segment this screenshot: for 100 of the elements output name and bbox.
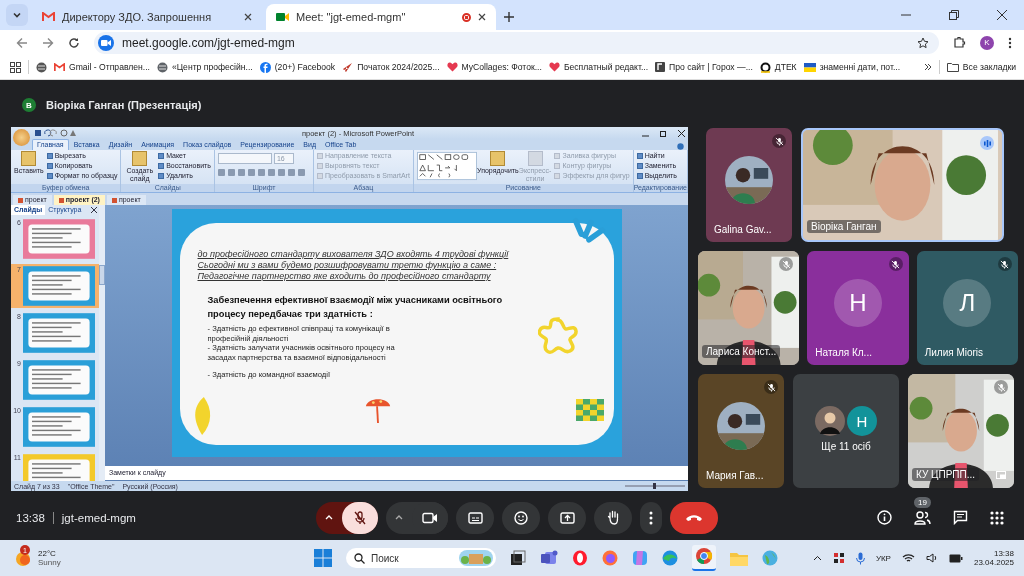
wifi-icon[interactable]	[901, 553, 915, 563]
folder-icon	[946, 62, 959, 72]
mail-icon	[42, 12, 55, 22]
participant-name: Мария Гав...	[706, 470, 764, 481]
meeting-time: 13:38	[16, 511, 45, 524]
address-field[interactable]: meet.google.com/jgt-emed-mgm	[94, 31, 939, 54]
info-icon[interactable]	[877, 510, 892, 525]
apps-icon[interactable]	[10, 61, 21, 73]
bookmark-link[interactable]: Про сайт | Горох —...	[655, 62, 753, 72]
font-name-field[interactable]	[217, 153, 272, 164]
flag-icon	[803, 62, 816, 72]
caret-up-icon[interactable]	[812, 555, 822, 561]
profile-avatar[interactable]: K	[980, 35, 994, 50]
forward-icon[interactable]	[42, 36, 54, 49]
participant-count-badge: 19	[914, 496, 931, 508]
end-call-button[interactable]	[670, 501, 718, 534]
search-field[interactable]: Поиск	[346, 548, 496, 568]
letter-f-icon	[259, 61, 271, 73]
bookmark-link[interactable]: MyCollages: Фоток...	[446, 62, 542, 72]
captions-button[interactable]	[456, 501, 494, 534]
slide-thumbnail[interactable]	[23, 407, 95, 447]
puzzle-icon[interactable]	[953, 36, 966, 49]
back-icon[interactable]	[16, 36, 28, 49]
slide-thumbnail[interactable]	[23, 360, 95, 400]
participant-tile[interactable]: Galina Gav...	[706, 128, 792, 242]
new-tab-icon[interactable]	[504, 12, 514, 22]
reload-icon[interactable]	[68, 36, 80, 49]
slide-heading: Забезпечення ефективної взаємодії між учасниками освітнього процесу передбачає три здатність :	[207, 294, 504, 321]
edge-icon[interactable]	[662, 550, 678, 566]
emoji-button[interactable]	[502, 501, 540, 534]
star-icon[interactable]	[917, 36, 929, 49]
participant-avatar: Н	[847, 406, 877, 436]
participant-tile[interactable]: Н Наталя Кл...	[807, 251, 909, 365]
bookmark-link[interactable]: Початок 2024/2025...	[342, 61, 440, 73]
participant-name: Лилия Mioris	[924, 347, 984, 358]
tab-search-button[interactable]	[6, 4, 28, 26]
present-button[interactable]	[548, 501, 586, 534]
shapes-gallery-drawing[interactable]	[416, 151, 477, 181]
present-screen-icon	[559, 511, 575, 524]
opera-icon[interactable]	[572, 550, 588, 566]
windows-start-icon[interactable]	[314, 549, 332, 567]
more-options-button[interactable]	[640, 501, 662, 534]
people-icon[interactable]	[914, 510, 931, 525]
participant-name: Ще 11 осіб	[820, 441, 872, 452]
phone-icon	[685, 513, 703, 522]
battery-icon[interactable]	[948, 553, 963, 563]
caret-icon	[12, 10, 22, 20]
slide-thumbnail[interactable]	[23, 313, 95, 353]
slide-thumbnail[interactable]	[23, 266, 95, 306]
heart-icon	[446, 62, 458, 72]
teams-icon[interactable]	[540, 550, 558, 566]
presentation-title: Віоріка Ганган (Презентація)	[46, 99, 202, 111]
participant-tile[interactable]: КУ ЦПРПП...	[908, 374, 1014, 488]
weather-text: Sunny	[38, 558, 61, 567]
help-icon[interactable]	[677, 143, 684, 150]
close-icon[interactable]	[91, 207, 97, 213]
browser-tab[interactable]: Meet: "jgt-emed-mgm"	[266, 4, 496, 30]
participant-tile[interactable]: Л Лилия Mioris	[916, 251, 1018, 365]
bookmark-link[interactable]: Gmail - Отправлен...	[54, 62, 150, 72]
close-icon[interactable]	[478, 13, 486, 21]
participant-name: Віоріка Ганган	[807, 220, 881, 233]
participant-tile[interactable]: Мария Гав...	[698, 374, 784, 488]
globe-icon[interactable]	[36, 61, 47, 73]
caret-icon	[395, 515, 403, 520]
browser-tab[interactable]: Директору ЗДО. Запрошення	[32, 4, 262, 30]
raise-hand-button[interactable]	[594, 501, 632, 534]
caret-icon	[325, 515, 333, 520]
chevron-icon[interactable]	[923, 63, 932, 71]
task-view-icon[interactable]	[510, 550, 526, 566]
participant-tile[interactable]: Віоріка Ганган	[801, 128, 1004, 242]
quick-access-toolbar-drawing[interactable]	[34, 129, 78, 137]
language-indicator[interactable]: УКР	[875, 553, 891, 563]
slide-text: Сьогодні ми з вами будемо розшифровувати третю функцію а саме :	[197, 260, 498, 270]
participant-tile[interactable]: Н Ще 11 осіб	[793, 374, 899, 488]
app-tray-icon[interactable]	[832, 552, 845, 564]
scrollbar[interactable]	[99, 205, 105, 481]
all-bookmarks-link[interactable]: Все закладки	[946, 62, 1016, 72]
participant-avatar: Л	[943, 279, 992, 327]
chat-icon[interactable]	[953, 510, 968, 525]
microphone-icon[interactable]	[855, 551, 865, 565]
bookmark-link[interactable]: (20+) Facebook	[259, 61, 336, 73]
bookmark-link[interactable]: ДТЕК	[759, 61, 797, 73]
participant-tile[interactable]: Лариса Конст...	[698, 251, 800, 365]
chrome-icon[interactable]	[692, 545, 716, 571]
zoom-slider-drawing[interactable]	[625, 483, 685, 489]
temperature-text: 22°C	[38, 549, 57, 558]
mic-off-icon	[354, 510, 366, 525]
participant-name: Лариса Конст...	[702, 345, 781, 358]
microphone-button[interactable]	[342, 501, 378, 534]
apps-grid-icon[interactable]	[990, 510, 1004, 525]
clock-date: 23.04.2025	[973, 558, 1014, 567]
participant-name: КУ ЦПРПП...	[912, 468, 980, 481]
bookmark-link[interactable]: знаменні дати, пот...	[803, 62, 901, 72]
firefox-icon[interactable]	[602, 550, 618, 566]
bookmark-link[interactable]: Бесплатный редакт...	[548, 62, 649, 72]
speaker-icon[interactable]	[925, 553, 938, 563]
close-icon[interactable]	[244, 13, 252, 21]
slide-thumbnail[interactable]	[23, 219, 95, 259]
more-icon[interactable]	[1008, 36, 1012, 49]
bookmark-link[interactable]: «Центр професійн...	[157, 61, 253, 73]
